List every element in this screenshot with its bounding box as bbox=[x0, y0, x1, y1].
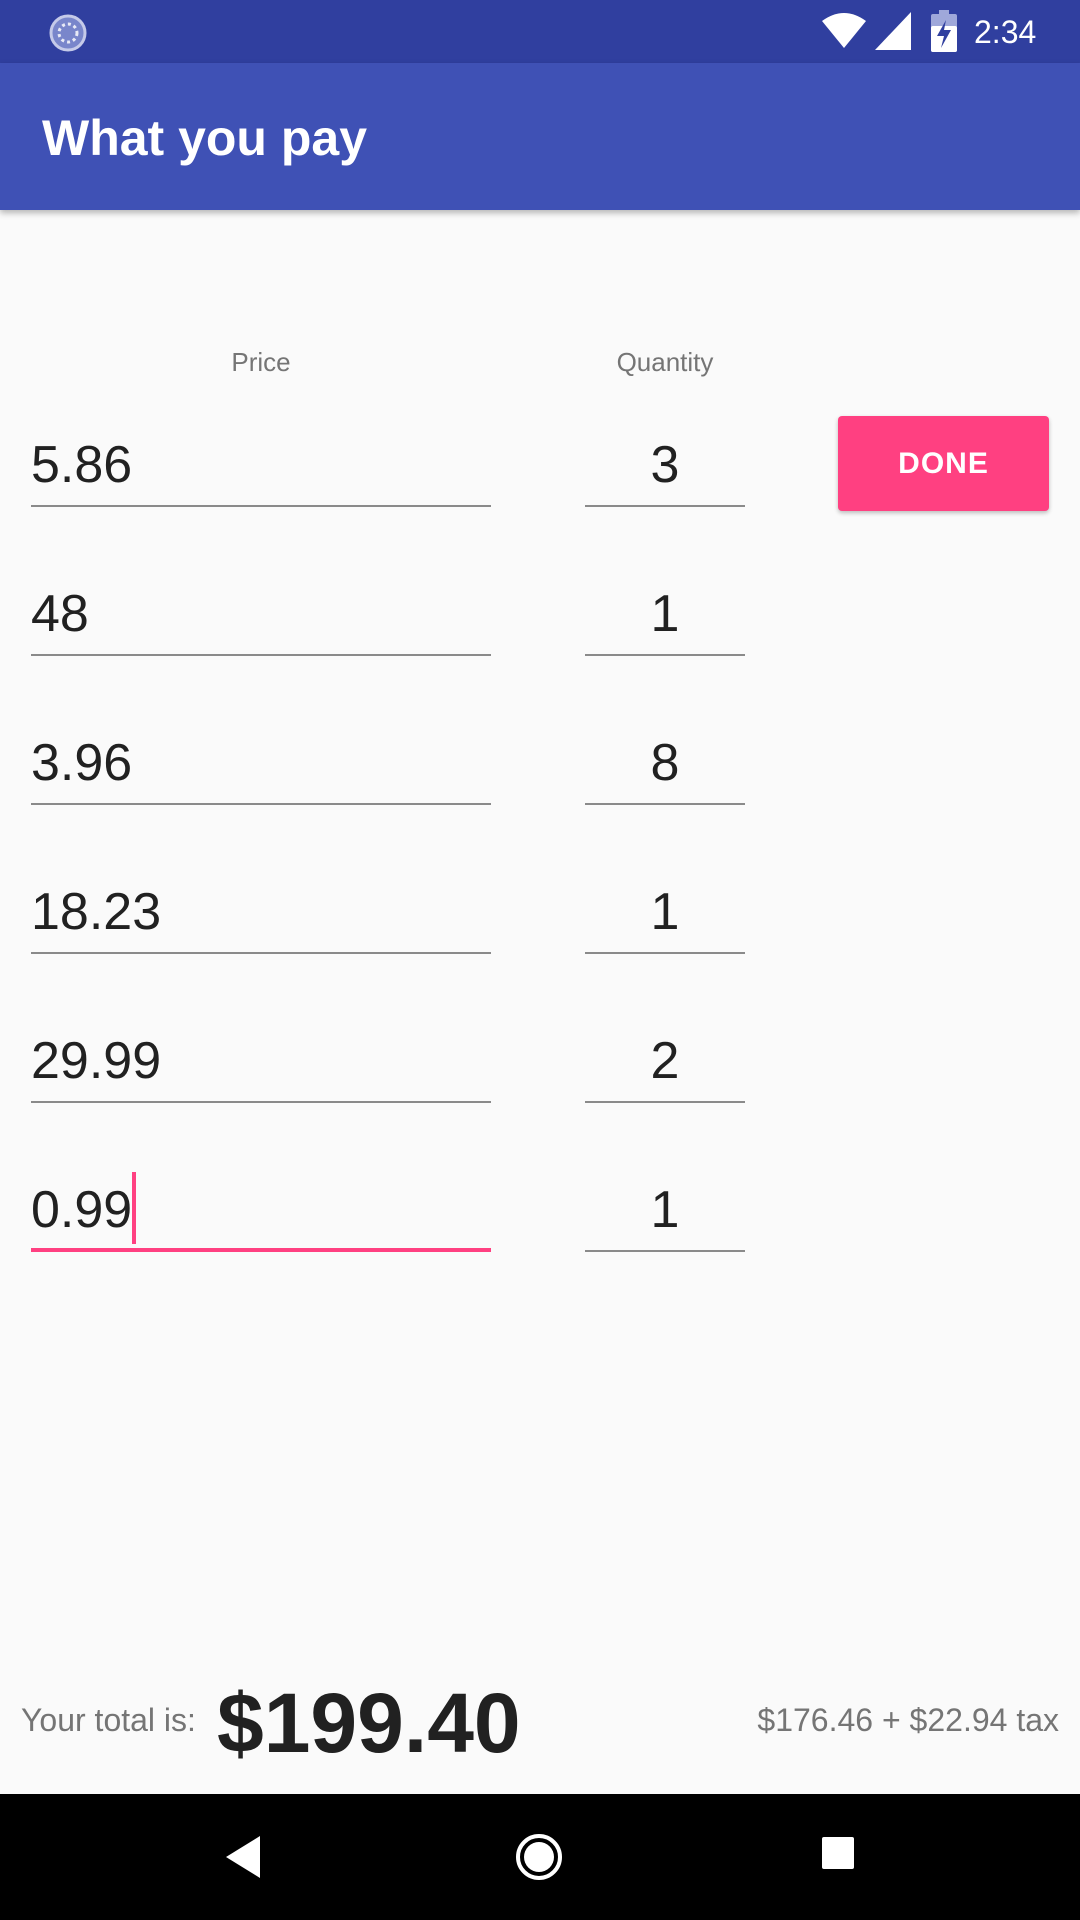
total-amount: $199.40 bbox=[217, 1676, 521, 1770]
app-bar: What you pay bbox=[0, 63, 1080, 210]
navigation-bar bbox=[0, 1794, 1080, 1920]
price-field-3[interactable]: 3.96 bbox=[31, 725, 491, 805]
battery-charging-icon bbox=[931, 10, 957, 52]
price-field-6[interactable]: 0.99 bbox=[31, 1172, 491, 1252]
status-bar: 2:34 bbox=[0, 0, 1080, 63]
price-field-1[interactable]: 5.86 bbox=[31, 427, 491, 507]
price-field-2[interactable]: 48 bbox=[31, 576, 491, 656]
done-button[interactable]: DONE bbox=[838, 416, 1049, 511]
price-column-header: Price bbox=[231, 347, 291, 377]
quantity-field-1[interactable]: 3 bbox=[585, 427, 745, 507]
page-title: What you pay bbox=[42, 110, 368, 166]
recents-icon[interactable] bbox=[821, 1836, 855, 1870]
signal-icon bbox=[875, 12, 911, 50]
price-field-4[interactable]: 18.23 bbox=[31, 874, 491, 954]
back-icon[interactable] bbox=[222, 1832, 262, 1882]
wifi-icon bbox=[822, 13, 866, 48]
home-icon[interactable] bbox=[514, 1832, 564, 1882]
sync-icon bbox=[49, 14, 87, 52]
total-label: Your total is: bbox=[21, 1702, 196, 1738]
quantity-field-4[interactable]: 1 bbox=[585, 874, 745, 954]
quantity-column-header: Quantity bbox=[616, 347, 714, 377]
price-field-6-value: 0.99 bbox=[31, 1181, 133, 1239]
quantity-field-2[interactable]: 1 bbox=[585, 576, 745, 656]
quantity-field-6[interactable]: 1 bbox=[585, 1172, 745, 1252]
text-cursor bbox=[132, 1172, 137, 1244]
quantity-field-5[interactable]: 2 bbox=[585, 1023, 745, 1103]
status-time: 2:34 bbox=[974, 14, 1037, 50]
quantity-field-3[interactable]: 8 bbox=[585, 725, 745, 805]
total-breakdown: $176.46 + $22.94 tax bbox=[757, 1702, 1059, 1738]
price-field-5[interactable]: 29.99 bbox=[31, 1023, 491, 1103]
